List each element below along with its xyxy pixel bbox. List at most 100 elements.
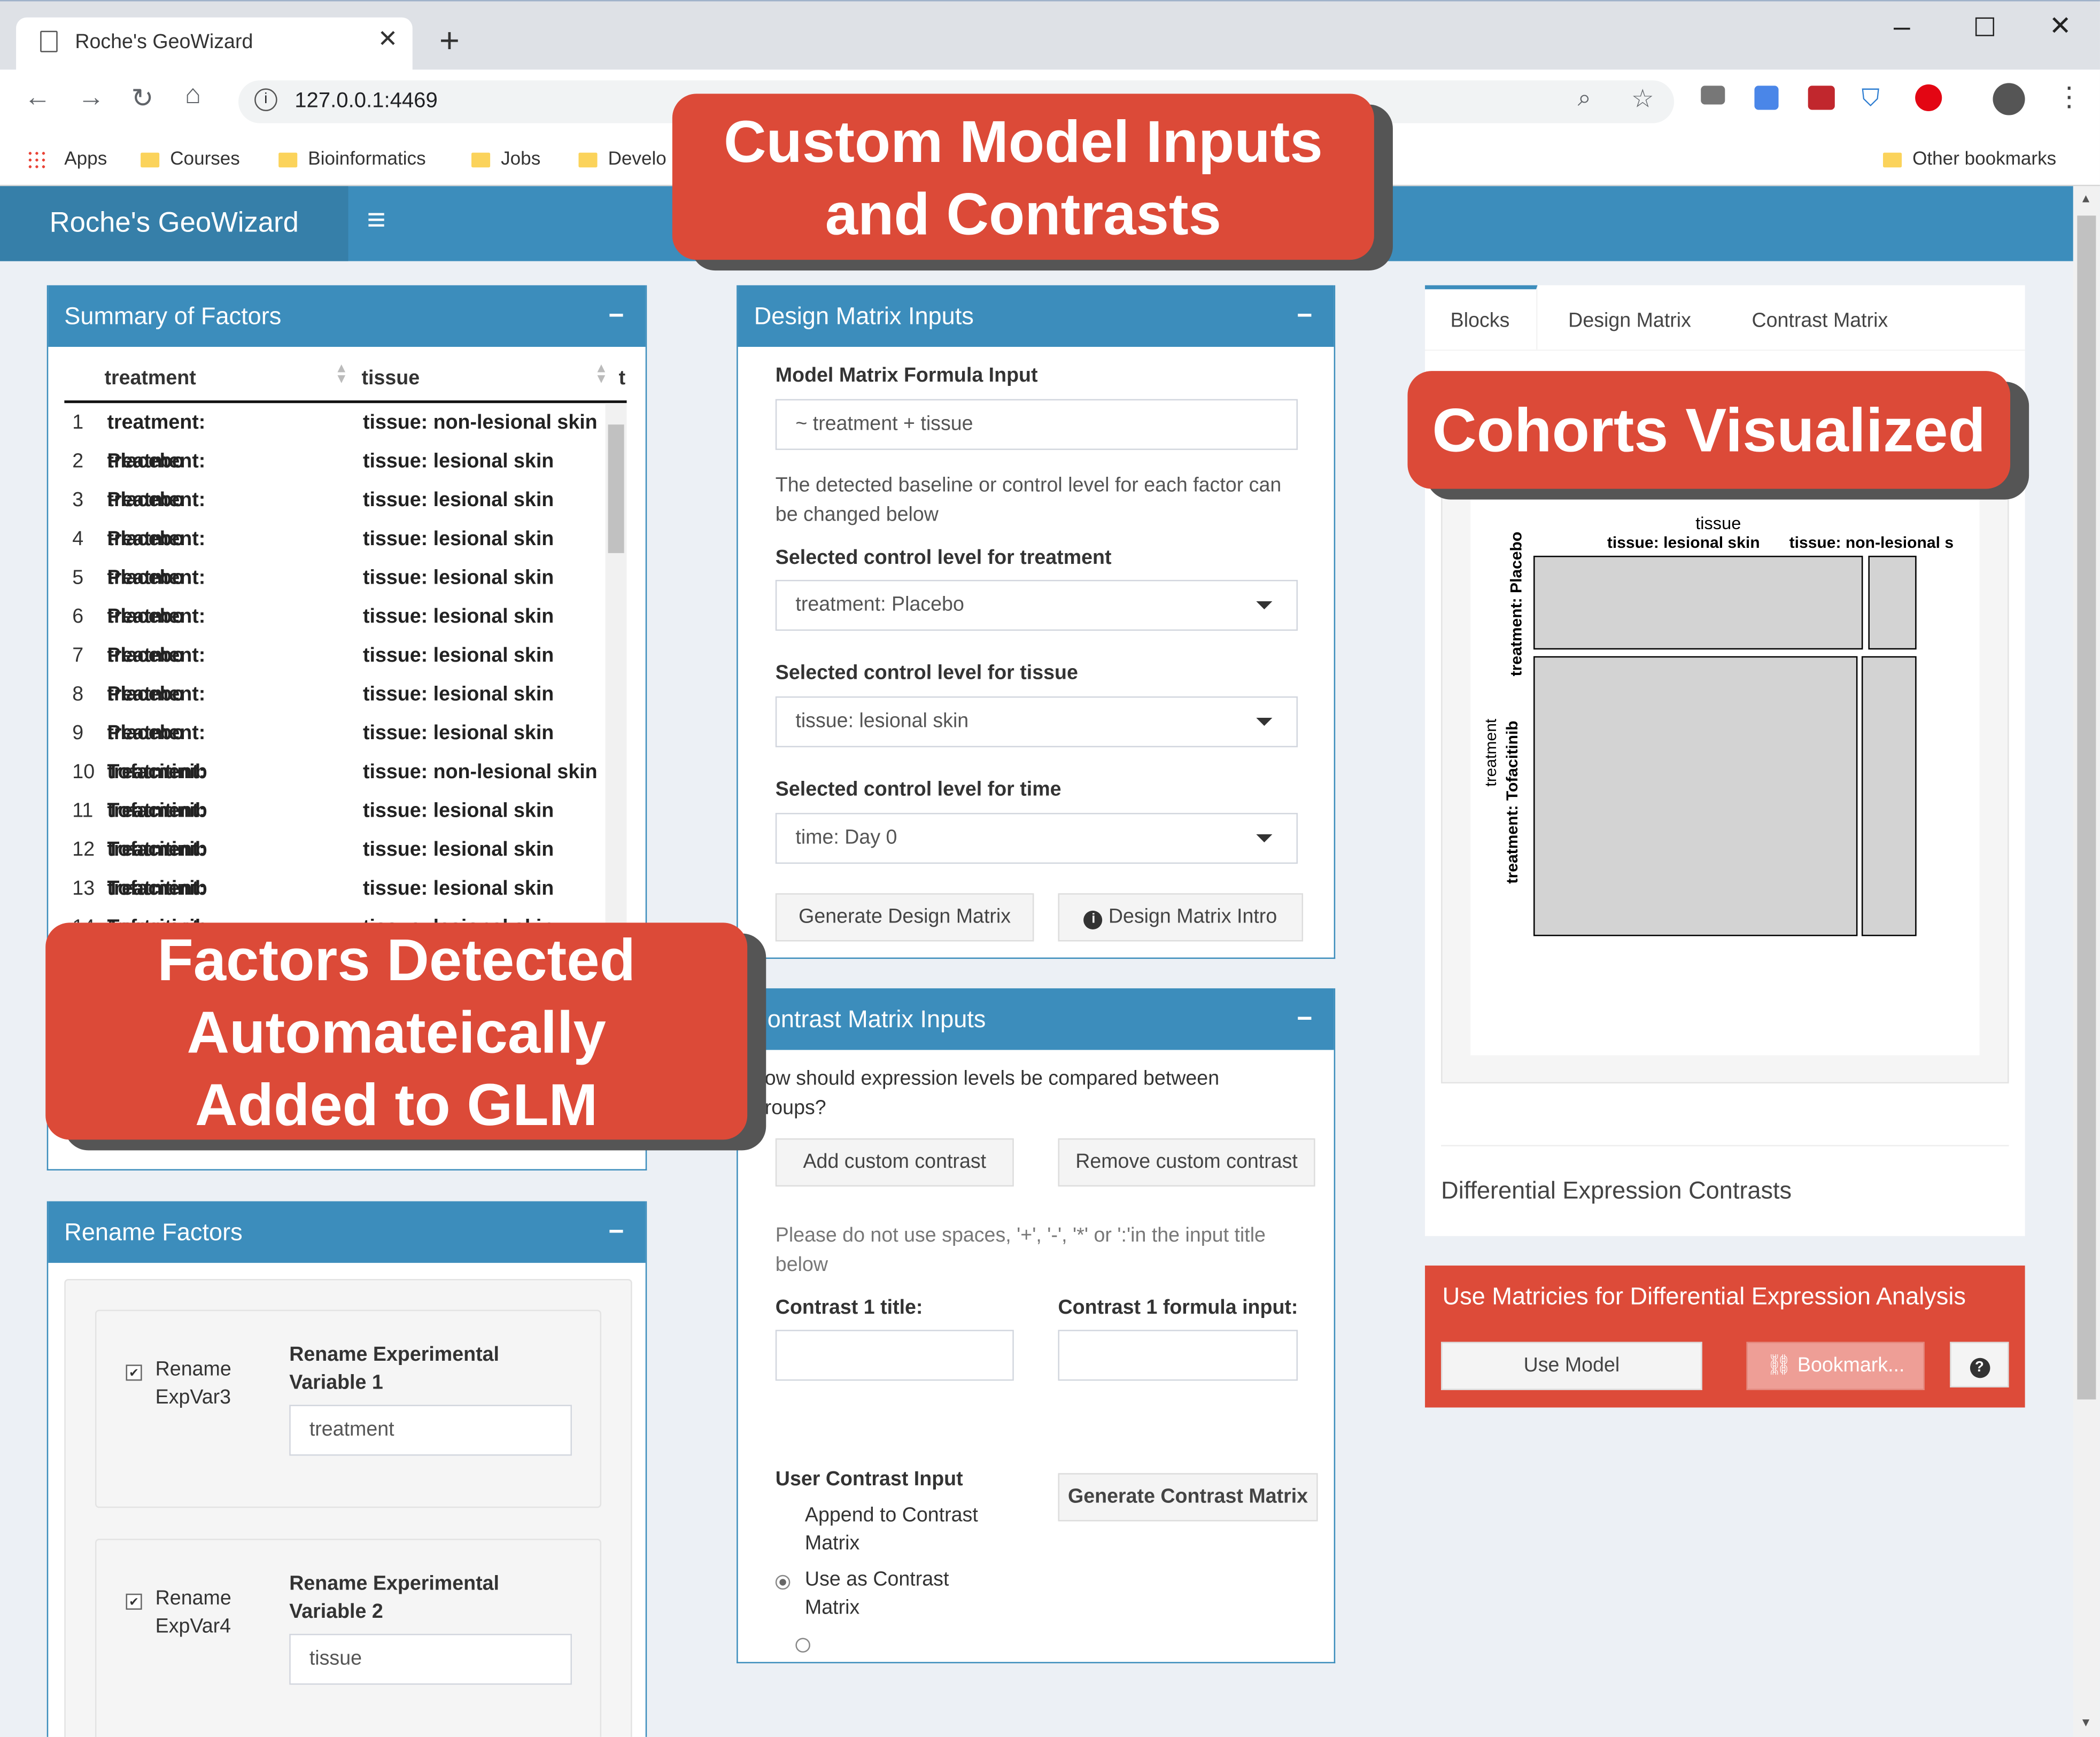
col-treatment-header[interactable]: treatment — [104, 367, 196, 390]
rename-header: Rename Factors − — [48, 1201, 646, 1263]
bookmark-courses[interactable]: Courses — [170, 148, 240, 169]
collapse-icon[interactable]: − — [1297, 285, 1312, 347]
add-contrast-button[interactable]: Add custom contrast — [775, 1138, 1014, 1187]
extension-red-icon[interactable] — [1808, 86, 1835, 110]
append-radio[interactable] — [775, 1575, 791, 1590]
page-scrollbar[interactable]: ▲ ▼ — [2073, 186, 2100, 1737]
browser-tab[interactable]: Roche's GeoWizard ✕ — [16, 17, 413, 74]
other-bookmarks-wrap[interactable]: Other bookmarks — [1883, 148, 2056, 169]
star-icon[interactable]: ☆ — [1631, 84, 1654, 115]
opera-icon[interactable] — [1915, 84, 1942, 111]
use-model-button[interactable]: Use Model — [1441, 1341, 1702, 1390]
bookmark-develo[interactable]: Develo — [608, 148, 667, 169]
question-circle-icon: ? — [1969, 1358, 1990, 1378]
new-tab-button[interactable]: + — [439, 20, 460, 62]
app-title[interactable]: Roche's GeoWizard — [0, 186, 348, 261]
tab-title: Roche's GeoWizard — [75, 30, 253, 54]
cell-tissue: tissue: non-lesional skin — [363, 411, 598, 434]
remove-contrast-button[interactable]: Remove custom contrast — [1058, 1138, 1315, 1187]
ctrl-time-select[interactable]: time: Day 0 — [775, 812, 1298, 864]
bookmark-bioinformatics-wrap[interactable]: Bioinformatics — [278, 148, 426, 169]
bookmark-jobs[interactable]: Jobs — [501, 148, 540, 169]
rename-checkbox[interactable]: ✔ — [126, 1364, 142, 1381]
table-scroll-thumb[interactable] — [608, 424, 624, 553]
row-index: 7 — [72, 644, 84, 667]
collapse-icon[interactable]: − — [608, 285, 624, 347]
help-button[interactable]: ? — [1950, 1341, 2009, 1387]
bookmark-apps[interactable]: Apps — [64, 148, 107, 169]
ctrl-treatment-select[interactable]: treatment: Placebo — [775, 579, 1298, 631]
apps-grid-icon[interactable] — [27, 150, 46, 169]
minimize-icon[interactable]: – — [1894, 10, 1910, 44]
bookmark-courses-wrap[interactable]: Courses — [141, 148, 240, 169]
contrast-title-input[interactable] — [775, 1330, 1014, 1381]
design-intro-button[interactable]: i Design Matrix Intro — [1058, 893, 1304, 942]
bookmark-develo-wrap[interactable]: Develo — [578, 148, 667, 169]
rename-input[interactable]: tissue — [289, 1633, 572, 1685]
avatar[interactable] — [1993, 83, 2025, 115]
ctrl-tissue-select[interactable]: tissue: lesional skin — [775, 696, 1298, 748]
divider — [1441, 1145, 2009, 1146]
summary-table: treatment ▲ ▼ tissue ▲ ▼ t 1 treatment: Pla… — [64, 347, 627, 923]
bookmark-button[interactable]: ⛓ Bookmark... — [1746, 1341, 1925, 1390]
rename-input[interactable]: treatment — [289, 1405, 572, 1456]
row-index: 8 — [72, 683, 84, 706]
collapse-icon[interactable]: − — [1297, 988, 1312, 1050]
generate-design-button[interactable]: Generate Design Matrix — [775, 893, 1034, 942]
folder-icon — [141, 152, 160, 167]
translate-icon[interactable] — [1754, 86, 1779, 110]
append-radio-label[interactable]: Append to Contrast Matrix — [805, 1501, 979, 1557]
url-text[interactable]: 127.0.0.1:4469 — [295, 90, 438, 114]
row-index: 9 — [72, 722, 84, 745]
mosaic-cell — [1868, 555, 1917, 650]
folder-icon — [278, 152, 298, 167]
maximize-icon[interactable] — [1975, 17, 1994, 36]
zoom-icon[interactable]: ⌕ — [1578, 84, 1591, 113]
reload-icon[interactable]: ↻ — [131, 82, 154, 115]
shield-icon[interactable]: ⛉ — [1862, 84, 1880, 113]
tab-blocks[interactable]: Blocks — [1425, 285, 1538, 350]
scroll-thumb[interactable] — [2077, 215, 2096, 1400]
folder-icon — [578, 152, 598, 167]
scroll-up-icon[interactable]: ▲ — [2080, 191, 2091, 205]
plot-well: tissue tissue: lesional skin tissue: non… — [1441, 480, 2009, 1084]
contrast-formula-label: Contrast 1 formula input: — [1058, 1296, 1298, 1320]
use-matrices-panel: Use Matricies for Differential Expressio… — [1425, 1265, 2025, 1408]
scroll-down-icon[interactable]: ▼ — [2080, 1716, 2091, 1729]
chevron-down-icon — [1256, 601, 1273, 610]
col-tissue-header[interactable]: tissue — [362, 367, 420, 390]
use-as-radio-label[interactable]: Use as Contrast Matrix — [805, 1565, 979, 1622]
tab-contrast-matrix[interactable]: Contrast Matrix — [1752, 309, 1888, 332]
rename-outer-well: ✔ Rename ExpVar3 Rename Experimental Var… — [64, 1278, 632, 1737]
back-icon[interactable]: ← — [24, 83, 51, 114]
cell-tissue: tissue: lesional skin — [363, 644, 554, 667]
close-window-icon[interactable]: ✕ — [2049, 10, 2072, 43]
forward-icon[interactable]: → — [78, 83, 104, 114]
contrast-box: ontrast Matrix Inputs − ow should expres… — [737, 988, 1336, 1664]
contrast-formula-input[interactable] — [1058, 1330, 1298, 1381]
use-as-radio[interactable] — [796, 1638, 811, 1653]
col-time-header[interactable]: t — [619, 367, 626, 390]
close-tab-icon[interactable]: ✕ — [378, 26, 398, 54]
home-icon[interactable]: ⌂ — [185, 80, 201, 111]
sort-icon[interactable]: ▲ ▼ — [595, 362, 608, 386]
design-header: Design Matrix Inputs − — [738, 285, 1334, 347]
sort-icon[interactable]: ▲ ▼ — [335, 362, 348, 386]
bookmark-bioinformatics[interactable]: Bioinformatics — [308, 148, 425, 169]
rename-checkbox[interactable]: ✔ — [126, 1593, 142, 1610]
generate-contrast-button[interactable]: Generate Contrast Matrix — [1058, 1473, 1318, 1522]
contrast-question: ow should expression levels be compared … — [764, 1067, 1220, 1120]
bookmark-jobs-wrap[interactable]: Jobs — [471, 148, 540, 169]
chevron-down-icon — [1256, 718, 1273, 726]
camera-icon[interactable] — [1701, 86, 1725, 105]
formula-input[interactable]: ~ treatment + tissue — [775, 399, 1298, 450]
sidebar-toggle-icon[interactable]: ≡ — [367, 202, 386, 239]
other-bookmarks[interactable]: Other bookmarks — [1912, 148, 2056, 169]
menu-dots-icon[interactable]: ⋮ — [2056, 80, 2082, 114]
mosaic-plot: tissue tissue: lesional skin tissue: non… — [1470, 482, 1980, 1056]
tab-design-matrix[interactable]: Design Matrix — [1568, 309, 1691, 332]
cell-tissue: tissue: lesional skin — [363, 908, 554, 923]
table-scrollbar[interactable] — [605, 403, 627, 923]
cell-tissue: tissue: non-lesional skin — [363, 761, 598, 784]
collapse-icon[interactable]: − — [608, 1201, 624, 1263]
